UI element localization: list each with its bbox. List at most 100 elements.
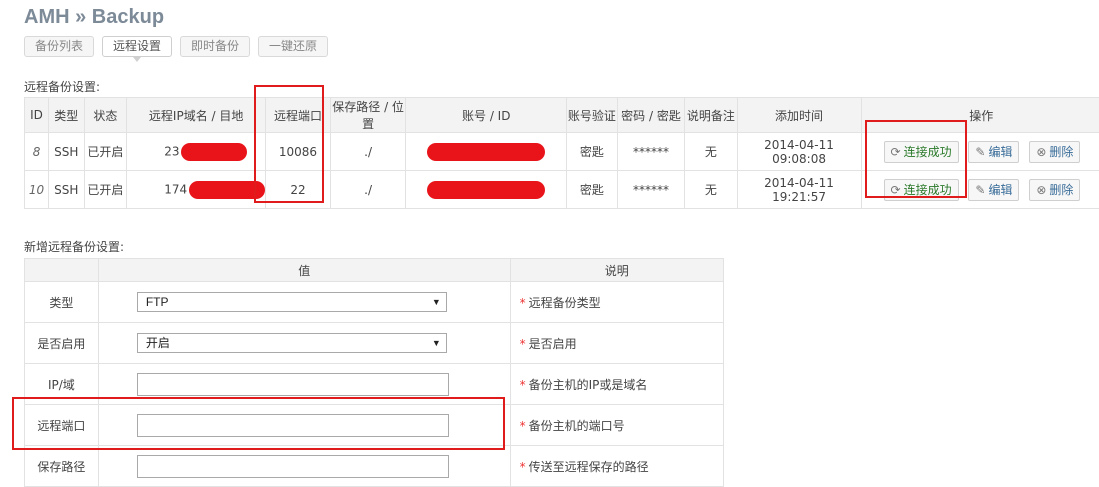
field-label: IP/域 [24, 363, 99, 405]
test-connection-button[interactable]: ⟳ 连接成功 [883, 178, 959, 201]
field-label: 类型 [24, 281, 99, 323]
tab-backup-list[interactable]: 备份列表 [24, 36, 95, 57]
remote-backup-table: ID 类型 状态 远程IP域名 / 目地 远程端口 保存路径 / 位置 账号 /… [23, 97, 1099, 209]
close-circle-icon: ⊗ [1036, 144, 1047, 159]
enabled-select-value: 开启 [145, 336, 170, 350]
delete-button[interactable]: ⊗ 删除 [1029, 140, 1081, 163]
form-row-ip: IP/域 * 备份主机的IP或是域名 [24, 363, 725, 405]
field-description: * 传送至远程保存的路径 [509, 445, 725, 487]
description-text: 备份主机的端口号 [528, 418, 625, 433]
column-header: 保存路径 / 位置 [329, 97, 407, 133]
enabled-select[interactable]: 开启 ▼ [136, 333, 447, 353]
column-header: 添加时间 [736, 97, 862, 133]
table-header-row: ID 类型 状态 远程IP域名 / 目地 远程端口 保存路径 / 位置 账号 /… [23, 97, 1099, 133]
refresh-icon: ⟳ [890, 144, 901, 159]
form-row-port: 远程端口 * 备份主机的端口号 [24, 404, 725, 446]
tab-remote-settings[interactable]: 远程设置 [102, 36, 173, 62]
row-auth: 密匙 [566, 170, 618, 209]
column-header: 远程IP域名 / 目地 [126, 97, 267, 133]
row-type: SSH [48, 170, 85, 209]
delete-label: 删除 [1049, 144, 1074, 159]
pencil-icon: ✎ [975, 144, 986, 159]
edit-label: 编辑 [988, 182, 1013, 197]
page-title: AMH » Backup [24, 6, 165, 28]
table-row: 10 SSH 已开启 174 22 ./ 密匙 ****** 无 2014-04… [23, 170, 1099, 209]
row-note: 无 [684, 170, 738, 209]
close-circle-icon: ⊗ [1036, 182, 1047, 197]
dropdown-arrow-icon: ▼ [431, 297, 441, 307]
field-description: * 备份主机的端口号 [509, 404, 725, 446]
row-port: 22 [265, 170, 331, 209]
field-value-cell: 开启 ▼ [97, 322, 511, 364]
column-header: 值 [97, 258, 511, 282]
edit-label: 编辑 [988, 144, 1013, 159]
column-header: 说明 [509, 258, 725, 282]
row-status: 已开启 [83, 170, 128, 209]
form-row-type: 类型 FTP ▼ * 远程备份类型 [24, 281, 725, 323]
redaction-mark [427, 180, 546, 199]
column-header: 状态 [83, 97, 128, 133]
row-remote-ip: 174 [126, 170, 267, 209]
row-password: ****** [616, 132, 686, 171]
field-label: 保存路径 [24, 445, 99, 487]
row-actions: ⟳ 连接成功 ✎ 编辑 ⊗ 删除 [860, 132, 1099, 171]
dropdown-arrow-icon: ▼ [431, 338, 441, 348]
ip-prefix: 23 [164, 144, 180, 158]
field-label: 远程端口 [24, 404, 99, 446]
field-value-cell: FTP ▼ [97, 281, 511, 323]
field-value-cell [97, 404, 511, 446]
save-path-input[interactable] [136, 454, 449, 478]
row-note: 无 [684, 132, 738, 171]
description-text: 备份主机的IP或是域名 [528, 377, 648, 392]
table-row: 8 SSH 已开启 23 10086 ./ 密匙 ****** 无 2014-0… [23, 132, 1099, 171]
edit-button[interactable]: ✎ 编辑 [968, 178, 1020, 201]
refresh-icon: ⟳ [890, 182, 901, 197]
form-row-path: 保存路径 * 传送至远程保存的路径 [24, 445, 725, 487]
column-header: ID [23, 97, 50, 133]
form-row-enabled: 是否启用 开启 ▼ * 是否启用 [24, 322, 725, 364]
redaction-mark [181, 142, 248, 161]
description-text: 远程备份类型 [528, 295, 601, 310]
row-type: SSH [48, 132, 85, 171]
column-header: 类型 [48, 97, 85, 133]
new-remote-form-table: 值 说明 类型 FTP ▼ * 远程备份类型 是否启用 开启 ▼ * 是否启用 IP/域… [24, 258, 725, 487]
remote-section-label: 远程备份设置: [24, 80, 101, 94]
row-time: 2014-04-11 09:08:08 [736, 132, 862, 171]
field-description: * 备份主机的IP或是域名 [509, 363, 725, 405]
row-account [405, 170, 568, 209]
tab-instant-backup[interactable]: 即时备份 [180, 36, 251, 57]
row-port: 10086 [265, 132, 331, 171]
test-connection-label: 连接成功 [903, 182, 952, 197]
field-value-cell [97, 445, 511, 487]
field-label: 是否启用 [24, 322, 99, 364]
column-header: 操作 [860, 97, 1099, 133]
column-header: 远程端口 [265, 97, 331, 133]
delete-button[interactable]: ⊗ 删除 [1029, 178, 1081, 201]
edit-button[interactable]: ✎ 编辑 [968, 140, 1020, 163]
redaction-mark [189, 180, 266, 199]
table-header-row: 值 说明 [24, 258, 725, 282]
column-header: 说明备注 [684, 97, 738, 133]
remote-port-input[interactable] [136, 413, 449, 437]
type-select-value: FTP [145, 295, 169, 309]
row-status: 已开启 [83, 132, 128, 171]
column-header: 账号验证 [566, 97, 618, 133]
column-header: 密码 / 密匙 [616, 97, 686, 133]
field-description: * 远程备份类型 [509, 281, 725, 323]
row-remote-ip: 23 [126, 132, 267, 171]
row-id: 8 [23, 132, 50, 171]
field-description: * 是否启用 [509, 322, 725, 364]
tab-one-click-restore[interactable]: 一键还原 [258, 36, 329, 57]
column-header [24, 258, 99, 282]
test-connection-button[interactable]: ⟳ 连接成功 [883, 140, 959, 163]
column-header: 账号 / ID [405, 97, 568, 133]
type-select[interactable]: FTP ▼ [136, 292, 447, 312]
field-value-cell [97, 363, 511, 405]
pencil-icon: ✎ [975, 182, 986, 197]
row-path: ./ [329, 132, 407, 171]
row-auth: 密匙 [566, 132, 618, 171]
new-section-label: 新增远程备份设置: [24, 240, 125, 254]
ip-domain-input[interactable] [136, 372, 449, 396]
delete-label: 删除 [1049, 182, 1074, 197]
row-account [405, 132, 568, 171]
